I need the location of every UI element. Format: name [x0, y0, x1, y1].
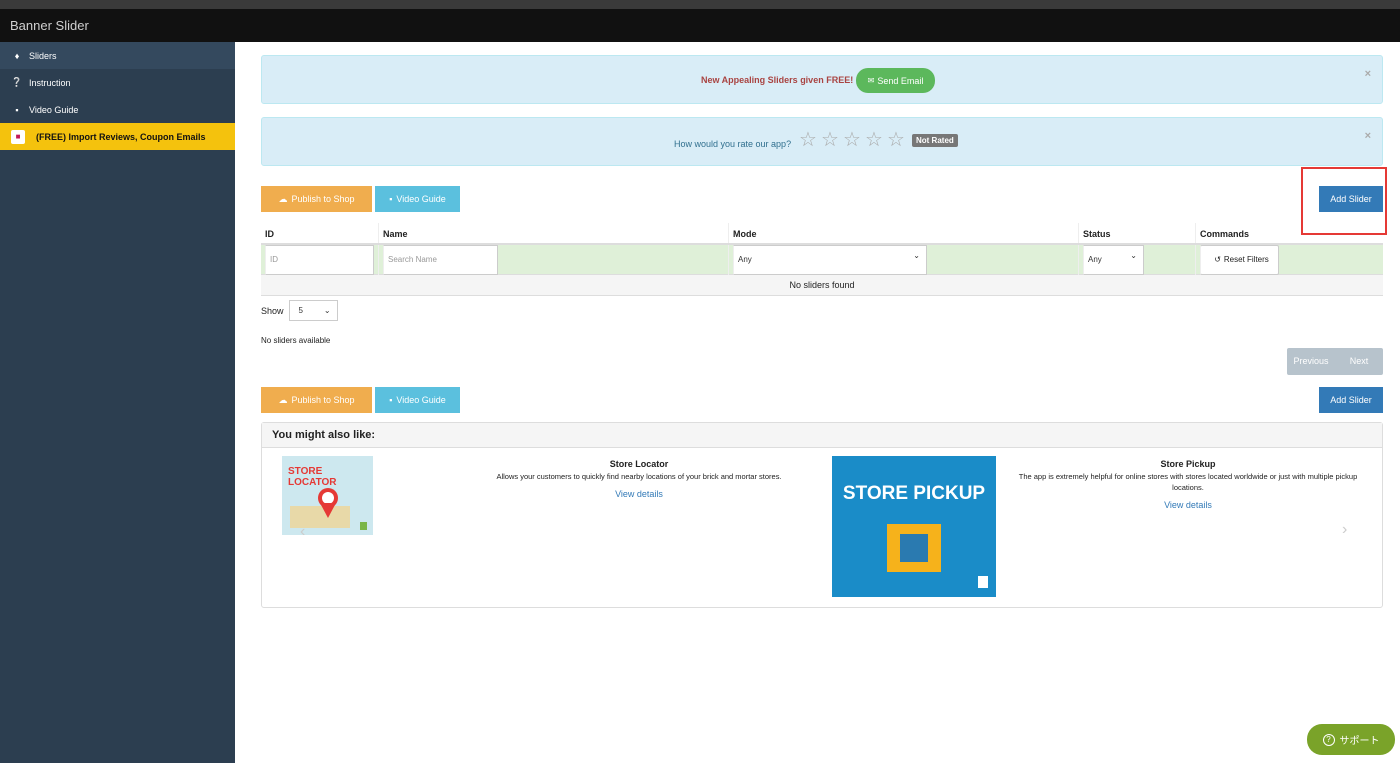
sidebar-item-video-guide[interactable]: ▪ Video Guide	[0, 96, 235, 123]
store-pickup-image[interactable]: STORE PICKUP	[832, 456, 996, 597]
publish-label: Publish to Shop	[291, 395, 355, 405]
filter-cell-mode: Any ⌄	[728, 244, 1078, 275]
chevron-left-icon[interactable]: ‹	[300, 523, 305, 541]
page-size-select[interactable]: 5 ⌄	[288, 300, 338, 321]
video-guide-button[interactable]: ▪ Video Guide	[375, 387, 460, 413]
video-camera-icon: ▪	[389, 395, 393, 405]
column-header-id: ID	[265, 229, 274, 239]
question-circle-icon: ❔	[11, 77, 23, 87]
sidebar-item-instruction[interactable]: ❔ Instruction	[0, 69, 235, 96]
send-email-label: Send Email	[877, 75, 924, 86]
status-select[interactable]: Any ⌄	[1083, 244, 1144, 275]
package-icon	[887, 524, 988, 588]
star-icon[interactable]: ☆	[821, 130, 843, 150]
close-icon[interactable]: ×	[1365, 68, 1371, 80]
star-icon[interactable]: ☆	[865, 130, 887, 150]
column-header-name: Name	[378, 223, 728, 243]
video-camera-icon: ▪	[15, 104, 19, 115]
page-size-value: 5	[298, 306, 303, 315]
page-size-control: Show 5 ⌄	[261, 300, 338, 321]
publish-label: Publish to Shop	[291, 194, 355, 204]
cloud-icon: ☁	[278, 193, 288, 204]
publish-to-shop-button[interactable]: ☁ Publish to Shop	[261, 186, 372, 212]
video-camera-icon: ▪	[389, 194, 393, 204]
tags-icon: ♦	[14, 50, 20, 61]
question-icon: ?	[1322, 733, 1335, 746]
suggestion-title: Store Locator	[609, 459, 669, 469]
chevron-right-icon[interactable]: ›	[1342, 521, 1347, 539]
column-header-commands: Commands	[1195, 223, 1383, 243]
cloud-icon: ☁	[278, 394, 288, 405]
store-locator-image[interactable]: STORE LOCATOR	[282, 456, 373, 535]
view-details-link[interactable]: View details	[589, 489, 689, 499]
os-menu-bar	[0, 0, 1400, 9]
suggestion-description: Allows your customers to quickly find ne…	[496, 472, 782, 481]
sidebar-item-label: Sliders	[29, 50, 57, 61]
send-email-button[interactable]: ✉ Send Email	[856, 68, 935, 93]
suggestions-panel: You might also like: STORE LOCATOR Store…	[261, 422, 1383, 608]
filter-row: ID Search Name Any ⌄ Any ⌄ ↺ Reset Filte…	[261, 244, 1383, 275]
support-label: サポート	[1339, 736, 1380, 747]
app-title-bar: Banner Slider	[0, 9, 1400, 42]
name-search-input[interactable]: Search Name	[383, 244, 498, 275]
gift-icon: ■	[11, 129, 25, 144]
add-slider-label: Add Slider	[1330, 395, 1372, 405]
mode-select-value: Any	[738, 255, 752, 264]
sidebar: ♦ Sliders ❔ Instruction ▪ Video Guide ■ …	[0, 42, 235, 763]
suggestion-description: The app is extremely helpful for online …	[1018, 472, 1358, 492]
suggestions-heading: You might also like:	[262, 423, 1382, 448]
status-select-value: Any	[1088, 255, 1102, 264]
promo-alert: New Appealing Sliders given FREE! ✉ Send…	[261, 55, 1383, 104]
add-slider-button[interactable]: Add Slider	[1319, 387, 1383, 413]
sidebar-item-label: Video Guide	[29, 104, 79, 115]
show-label: Show	[261, 305, 284, 316]
filter-cell-status: Any ⌄	[1078, 244, 1195, 275]
pagination-summary: No sliders available	[261, 336, 331, 345]
sliders-table: ID Name Mode Status Commands ID Search N…	[261, 223, 1383, 296]
filter-cell-commands: ↺ Reset Filters	[1195, 244, 1383, 275]
star-icon[interactable]: ☆	[887, 130, 909, 150]
chevron-down-icon: ⌄	[323, 306, 331, 315]
id-filter-input[interactable]: ID	[265, 244, 374, 275]
app-title: Banner Slider	[10, 18, 89, 33]
sidebar-item-label: Instruction	[29, 77, 71, 88]
video-guide-button[interactable]: ▪ Video Guide	[375, 186, 460, 212]
suggestion-title: Store Pickup	[1160, 459, 1216, 469]
chevron-down-icon: ⌄	[1130, 250, 1137, 260]
mode-select[interactable]: Any ⌄	[733, 244, 927, 275]
map-pin-icon	[290, 488, 367, 530]
rating-badge: Not Rated	[912, 134, 958, 147]
publish-to-shop-button[interactable]: ☁ Publish to Shop	[261, 387, 372, 413]
view-details-link[interactable]: View details	[1138, 500, 1238, 510]
column-header-status: Status	[1078, 223, 1195, 243]
promo-text: New Appealing Sliders given FREE!	[701, 75, 854, 85]
undo-icon: ↺	[1214, 255, 1221, 264]
sidebar-item-import-reviews[interactable]: ■ (FREE) Import Reviews, Coupon Emails	[0, 123, 235, 150]
chevron-down-icon: ⌄	[913, 250, 920, 260]
reset-filters-label: Reset Filters	[1223, 255, 1269, 264]
filter-cell-id: ID	[261, 244, 378, 275]
empty-table-message: No sliders found	[261, 275, 1383, 296]
filter-cell-name: Search Name	[378, 244, 728, 275]
sidebar-item-label: (FREE) Import Reviews, Coupon Emails	[36, 131, 206, 142]
star-icon[interactable]: ☆	[843, 130, 865, 150]
close-icon[interactable]: ×	[1365, 130, 1371, 142]
video-guide-label: Video Guide	[396, 395, 446, 405]
sidebar-item-sliders[interactable]: ♦ Sliders	[0, 42, 235, 69]
reset-filters-button[interactable]: ↺ Reset Filters	[1200, 244, 1279, 275]
star-rating: ☆ ☆ ☆ ☆ ☆	[799, 130, 909, 150]
star-icon[interactable]: ☆	[799, 130, 821, 150]
support-button[interactable]: ? サポート	[1307, 724, 1395, 755]
previous-button[interactable]: Previous	[1287, 348, 1335, 375]
table-header: ID Name Mode Status Commands	[261, 223, 1383, 245]
envelope-icon: ✉	[867, 76, 875, 85]
video-guide-label: Video Guide	[396, 194, 446, 204]
rating-alert: How would you rate our app? ☆ ☆ ☆ ☆ ☆ No…	[261, 117, 1383, 166]
next-button[interactable]: Next	[1335, 348, 1383, 375]
pager: Previous Next	[1287, 348, 1383, 375]
rating-question: How would you rate our app?	[674, 139, 792, 149]
column-header-mode: Mode	[728, 223, 1078, 243]
